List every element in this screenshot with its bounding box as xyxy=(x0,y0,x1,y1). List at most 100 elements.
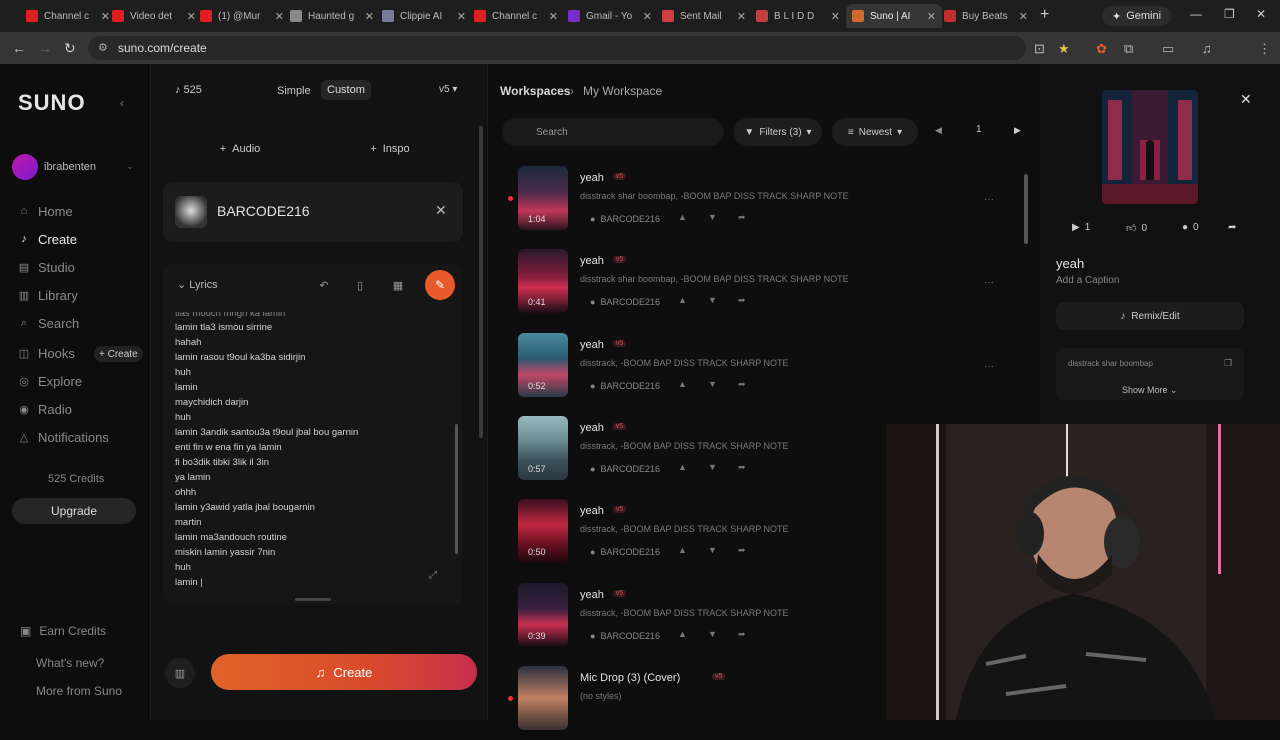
bookmark-star-icon[interactable]: ★ xyxy=(1058,41,1070,57)
sort-button[interactable]: ≡ Newest ▾ xyxy=(832,118,918,146)
remix-edit-button[interactable]: ♪ Remix/Edit xyxy=(1056,302,1244,330)
undo-icon[interactable]: ↶ xyxy=(313,274,335,296)
delete-icon[interactable]: ▦ xyxy=(387,274,409,296)
share-icon[interactable]: ➦ xyxy=(738,462,746,473)
new-tab-button[interactable]: + xyxy=(1040,6,1049,24)
share-icon[interactable]: ➦ xyxy=(1228,222,1236,233)
artist-chip[interactable]: ● BARCODE216 xyxy=(580,293,666,311)
site-info-icon[interactable]: ⚙ xyxy=(98,41,108,54)
url-field[interactable]: ⚙ suno.com/create xyxy=(88,36,1026,60)
panel-scrollbar[interactable] xyxy=(479,126,483,438)
expand-icon[interactable]: ⤢ xyxy=(429,570,437,581)
song-list-scrollbar[interactable] xyxy=(1024,174,1028,244)
breadcrumb-current[interactable]: My Workspace xyxy=(583,84,662,98)
browser-tab[interactable]: Channel c ✕ xyxy=(468,4,564,28)
like-button[interactable]: 👍︎ 0 xyxy=(1126,222,1147,235)
comment-button[interactable]: ● 0 xyxy=(1182,222,1199,233)
tab-close-icon[interactable]: ✕ xyxy=(365,10,374,23)
artist-chip[interactable]: ● BARCODE216 xyxy=(580,627,666,645)
prev-page-icon[interactable]: ◀ xyxy=(935,125,942,136)
add-audio-button[interactable]: + Audio xyxy=(165,134,315,164)
song-title[interactable]: yeah xyxy=(580,172,604,184)
browser-tab[interactable]: Video det ✕ xyxy=(106,4,202,28)
browser-tab[interactable]: (1) @Mur ✕ xyxy=(194,4,290,28)
minimize-icon[interactable]: — xyxy=(1190,7,1202,21)
artist-chip[interactable]: ● BARCODE216 xyxy=(580,210,666,228)
sidebar-item-create[interactable]: ♪ Create xyxy=(18,230,77,248)
suno-logo[interactable]: SUNO xyxy=(18,90,86,116)
filters-button[interactable]: ▼ Filters (3) ▾ xyxy=(734,118,822,146)
song-title[interactable]: yeah xyxy=(580,255,604,267)
split-view-icon[interactable]: ▭ xyxy=(1162,41,1174,57)
mode-custom-tab[interactable]: Custom xyxy=(321,80,371,100)
thumbs-up-icon[interactable]: ▲ xyxy=(678,379,687,389)
browser-tab[interactable]: Haunted g ✕ xyxy=(284,4,380,28)
forward-icon[interactable]: → xyxy=(38,40,52,56)
mode-simple-tab[interactable]: Simple xyxy=(271,82,317,100)
share-icon[interactable]: ➦ xyxy=(738,212,746,223)
thumbs-down-icon[interactable]: ▼ xyxy=(708,295,717,305)
share-icon[interactable]: ➦ xyxy=(738,545,746,556)
more-options-icon[interactable]: ··· xyxy=(984,194,994,205)
tab-close-icon[interactable]: ✕ xyxy=(737,10,746,23)
thumbs-up-icon[interactable]: ▲ xyxy=(678,629,687,639)
song-thumbnail[interactable] xyxy=(518,665,568,730)
model-version-select[interactable]: v5 ▾ xyxy=(439,84,457,95)
thumbs-down-icon[interactable]: ▼ xyxy=(708,462,717,472)
share-icon[interactable]: ➦ xyxy=(738,379,746,390)
play-count[interactable]: ▶ 1 xyxy=(1072,222,1090,233)
upgrade-button[interactable]: Upgrade xyxy=(12,498,136,524)
hooks-create-button[interactable]: + Create xyxy=(94,346,143,362)
resize-handle[interactable] xyxy=(295,598,331,601)
song-row[interactable]: 0:41 yeah v5 disstrack shar boombap, -BOOM … xyxy=(500,249,1020,323)
tab-close-icon[interactable]: ✕ xyxy=(275,10,284,23)
lyrics-toggle[interactable]: ⌄ Lyrics xyxy=(177,278,218,291)
chevron-down-icon[interactable]: ⌄ xyxy=(126,161,134,172)
sidebar-item-explore[interactable]: ◎ Explore xyxy=(18,372,82,390)
more-options-icon[interactable]: ··· xyxy=(984,361,994,372)
lyrics-scrollbar[interactable] xyxy=(455,424,458,554)
thumbs-down-icon[interactable]: ▼ xyxy=(708,212,717,222)
menu-icon[interactable]: ⋮ xyxy=(1258,41,1271,57)
media-icon[interactable]: ♫ xyxy=(1202,41,1212,56)
collapse-sidebar-icon[interactable]: ‹ xyxy=(120,96,124,110)
song-title[interactable]: Mic Drop (3) (Cover) xyxy=(580,672,680,684)
browser-tab[interactable]: Channel c ✕ xyxy=(20,4,116,28)
sidebar-item-search[interactable]: ⌕ Search xyxy=(18,314,79,332)
persona-card[interactable]: BARCODE216 ✕ xyxy=(163,182,463,242)
add-caption-link[interactable]: Add a Caption xyxy=(1056,275,1119,286)
thumbs-up-icon[interactable]: ▲ xyxy=(678,545,687,555)
show-more-button[interactable]: Show More ⌄ xyxy=(1122,385,1178,396)
browser-tab[interactable]: Suno | AI ✕ xyxy=(846,4,942,28)
song-title[interactable]: yeah xyxy=(580,505,604,517)
back-icon[interactable]: ← xyxy=(12,40,26,56)
browser-tab[interactable]: B L I D D ✕ xyxy=(750,4,846,28)
sidebar-item-home[interactable]: ⌂ Home xyxy=(18,202,73,220)
restore-icon[interactable]: ❐ xyxy=(1224,7,1235,21)
share-icon[interactable]: ➦ xyxy=(738,629,746,640)
song-title[interactable]: yeah xyxy=(580,422,604,434)
gemini-button[interactable]: ✦ Gemini xyxy=(1102,6,1172,26)
sidebar-item-library[interactable]: ▥ Library xyxy=(18,286,78,304)
artist-chip[interactable]: ● BARCODE216 xyxy=(580,543,666,561)
earn-credits-link[interactable]: ▣ Earn Credits xyxy=(20,624,106,638)
extensions-puzzle-icon[interactable]: ⧉ xyxy=(1124,41,1133,57)
window-close-icon[interactable]: ✕ xyxy=(1256,7,1266,21)
tab-close-icon[interactable]: ✕ xyxy=(643,10,652,23)
tab-close-icon[interactable]: ✕ xyxy=(549,10,558,23)
thumbs-up-icon[interactable]: ▲ xyxy=(678,462,687,472)
search-input[interactable]: Search xyxy=(502,118,724,146)
whats-new-link[interactable]: What's new? xyxy=(36,656,104,670)
sidebar-item-notifications[interactable]: △ Notifications xyxy=(18,428,109,446)
extension-icon[interactable]: ✿ xyxy=(1096,41,1107,57)
next-page-icon[interactable]: ▶ xyxy=(1014,125,1021,136)
lyrics-textarea[interactable]: tlas mouch mngri ka lamin lamin tla3 ismo… xyxy=(175,312,445,590)
thumbs-down-icon[interactable]: ▼ xyxy=(708,629,717,639)
user-name[interactable]: ibrabenten xyxy=(44,161,96,173)
browser-tab[interactable]: Sent Mail ✕ xyxy=(656,4,752,28)
thumbs-up-icon[interactable]: ▲ xyxy=(678,212,687,222)
tab-close-icon[interactable]: ✕ xyxy=(927,10,936,23)
sidebar-item-studio[interactable]: ▤ Studio xyxy=(18,258,75,276)
more-options-icon[interactable]: ··· xyxy=(984,277,994,288)
artist-chip[interactable]: ● BARCODE216 xyxy=(580,460,666,478)
